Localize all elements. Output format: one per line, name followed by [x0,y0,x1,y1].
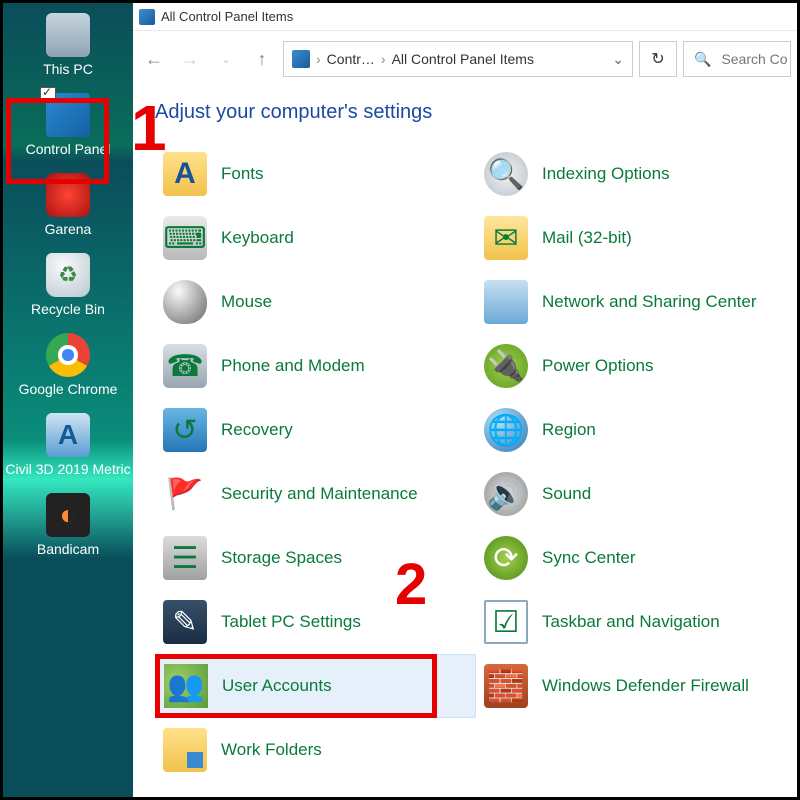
work-folders-icon [163,728,207,772]
indexing-icon: 🔍 [484,152,528,196]
item-mail[interactable]: ✉ Mail (32-bit) [476,206,797,270]
control-panel-window-icon [139,9,155,25]
breadcrumb[interactable]: › Contr… › All Control Panel Items ⌄ [283,41,633,77]
keyboard-icon: ⌨ [163,216,207,260]
item-taskbar-navigation[interactable]: ☑ Taskbar and Navigation [476,590,797,654]
desktop-icon-bandicam[interactable]: ◐ Bandicam [3,487,133,567]
up-button[interactable]: ↑ [247,44,277,74]
item-fonts[interactable]: A Fonts [155,142,476,206]
item-region[interactable]: 🌐 Region [476,398,797,462]
recycle-bin-icon [46,253,90,297]
item-label: Work Folders [221,740,322,760]
desktop-icon-label: Civil 3D 2019 Metric [5,461,131,477]
desktop-icon-label: This PC [5,61,131,77]
desktop-icon-label: Recycle Bin [5,301,131,317]
desktop-icon-civil3d[interactable]: A Civil 3D 2019 Metric [3,407,133,487]
item-security-maintenance[interactable]: 🚩 Security and Maintenance [155,462,476,526]
tablet-icon: ✎ [163,600,207,644]
search-icon: 🔍 [694,51,711,68]
bandicam-icon: ◐ [46,493,90,537]
item-sound[interactable]: 🔊 Sound [476,462,797,526]
item-work-folders[interactable]: Work Folders [155,718,476,782]
speaker-icon: 🔊 [484,472,528,516]
mouse-icon [163,280,207,324]
chrome-icon [46,333,90,377]
item-sync-center[interactable]: ⟳ Sync Center [476,526,797,590]
item-label: Keyboard [221,228,294,248]
annotation-step-2: 2 [395,551,427,618]
desktop-icon-label: Garena [5,221,131,237]
annotation-highlight-1 [6,98,109,184]
chevron-right-icon: › [381,51,386,67]
window-title: All Control Panel Items [161,9,293,24]
item-label: Power Options [542,356,654,376]
back-button[interactable]: ← [139,44,169,74]
item-label: Recovery [221,420,293,440]
item-label: Windows Defender Firewall [542,676,749,696]
power-icon: 🔌 [484,344,528,388]
chevron-right-icon: › [316,51,321,67]
breadcrumb-dropdown-icon[interactable]: ⌄ [612,51,624,68]
item-mouse[interactable]: Mouse [155,270,476,334]
storage-icon: ☰ [163,536,207,580]
item-label: Security and Maintenance [221,484,418,504]
sync-icon: ⟳ [484,536,528,580]
item-label: Indexing Options [542,164,670,184]
desktop-icon-recycle-bin[interactable]: Recycle Bin [3,247,133,327]
item-label: Fonts [221,164,264,184]
annotation-step-1: 1 [131,91,167,165]
item-windows-defender-firewall[interactable]: 🧱 Windows Defender Firewall [476,654,797,718]
mail-icon: ✉ [484,216,528,260]
fonts-icon: A [163,152,207,196]
search-input[interactable]: 🔍 Search Co [683,41,791,77]
breadcrumb-part[interactable]: Contr… [327,51,375,67]
item-power-options[interactable]: 🔌 Power Options [476,334,797,398]
network-icon [484,280,528,324]
desktop-icon-google-chrome[interactable]: Google Chrome [3,327,133,407]
recent-dropdown[interactable]: ⌄ [211,44,241,74]
item-recovery[interactable]: ↺ Recovery [155,398,476,462]
control-panel-breadcrumb-icon [292,50,310,68]
item-label: Sound [542,484,591,504]
phone-icon: ☎ [163,344,207,388]
item-label: Sync Center [542,548,636,568]
recovery-icon: ↺ [163,408,207,452]
breadcrumb-part[interactable]: All Control Panel Items [392,51,534,67]
civil3d-icon: A [46,413,90,457]
item-tablet-pc-settings[interactable]: ✎ Tablet PC Settings [155,590,476,654]
item-indexing-options[interactable]: 🔍 Indexing Options [476,142,797,206]
desktop-icon-this-pc[interactable]: This PC [3,7,133,87]
item-label: Network and Sharing Center [542,292,757,312]
item-label: Region [542,420,596,440]
item-storage-spaces[interactable]: ☰ Storage Spaces [155,526,476,590]
item-label: Storage Spaces [221,548,342,568]
page-heading: Adjust your computer's settings [133,87,797,142]
item-phone-modem[interactable]: ☎ Phone and Modem [155,334,476,398]
forward-button[interactable]: → [175,44,205,74]
item-label: Mail (32-bit) [542,228,632,248]
desktop-icon-label: Bandicam [5,541,131,557]
firewall-icon: 🧱 [484,664,528,708]
item-keyboard[interactable]: ⌨ Keyboard [155,206,476,270]
annotation-highlight-2 [155,654,437,718]
globe-icon: 🌐 [484,408,528,452]
nav-bar: ← → ⌄ ↑ › Contr… › All Control Panel Ite… [133,31,797,87]
title-bar: All Control Panel Items [133,3,797,31]
item-label: Phone and Modem [221,356,365,376]
search-placeholder: Search Co [721,51,787,67]
taskbar-icon: ☑ [484,600,528,644]
desktop-icon-label: Google Chrome [5,381,131,397]
flag-icon: 🚩 [163,472,207,516]
refresh-button[interactable]: ↻ [639,41,677,77]
this-pc-icon [46,13,90,57]
item-network-sharing[interactable]: Network and Sharing Center [476,270,797,334]
item-label: Taskbar and Navigation [542,612,720,632]
item-label: Mouse [221,292,272,312]
item-label: Tablet PC Settings [221,612,361,632]
